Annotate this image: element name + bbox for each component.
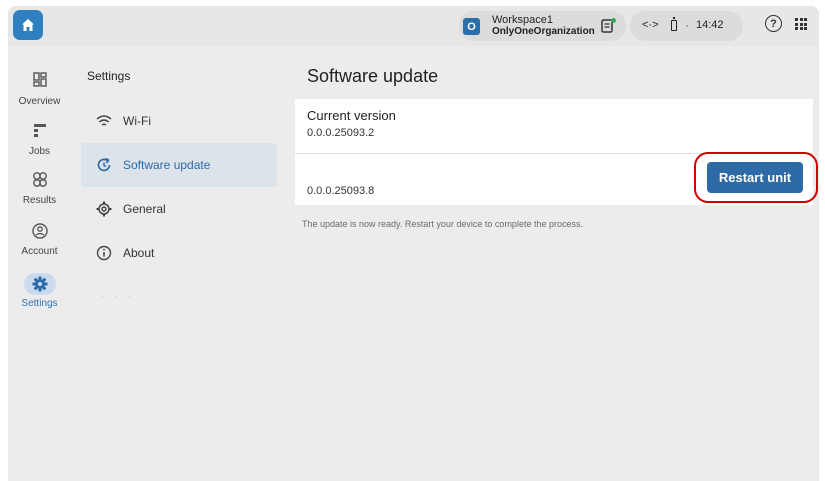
current-version-card: Current version 0.0.0.25093.2 bbox=[295, 99, 813, 154]
rail-label-results: Results bbox=[22, 195, 57, 206]
settings-item-general[interactable]: General bbox=[81, 187, 277, 231]
rail-label-settings: Settings bbox=[21, 298, 58, 309]
battery-icon bbox=[671, 17, 677, 31]
rail-label-overview: Overview bbox=[18, 96, 61, 107]
home-button[interactable] bbox=[13, 10, 43, 40]
status-separator bbox=[686, 25, 688, 27]
top-bar: O Workspace1 OnlyOneOrganization <·> 14:… bbox=[8, 6, 819, 46]
status-indicator[interactable]: <·> 14:42 bbox=[630, 11, 743, 41]
app-window: O Workspace1 OnlyOneOrganization <·> 14:… bbox=[8, 6, 819, 481]
workspace-name: Workspace1 bbox=[492, 14, 553, 26]
info-icon bbox=[96, 245, 112, 261]
settings-item-software-update[interactable]: Software update bbox=[81, 143, 277, 187]
page-title: Software update bbox=[307, 66, 439, 86]
restart-unit-button[interactable]: Restart unit bbox=[707, 162, 803, 193]
dashboard-icon bbox=[32, 72, 47, 87]
wifi-icon bbox=[96, 115, 112, 126]
settings-item-label: General bbox=[123, 202, 166, 216]
settings-nav-title: Settings bbox=[87, 69, 131, 83]
settings-item-about[interactable]: About bbox=[81, 231, 277, 275]
apps-grid-icon[interactable] bbox=[795, 18, 807, 30]
account-icon bbox=[31, 223, 48, 239]
settings-item-label: About bbox=[123, 246, 155, 260]
organization-name: OnlyOneOrganization bbox=[492, 26, 595, 37]
clock-time: 14:42 bbox=[696, 19, 724, 31]
update-icon bbox=[97, 157, 111, 172]
rail-item-results[interactable]: Results bbox=[8, 170, 71, 206]
gear-icon bbox=[23, 273, 56, 295]
workspace-selector[interactable]: O Workspace1 OnlyOneOrganization bbox=[459, 11, 626, 41]
faded-nav-item: · · · bbox=[101, 291, 135, 301]
help-circle-icon[interactable]: ? bbox=[765, 15, 782, 32]
new-version-card: 0.0.0.25093.8 Restart unit bbox=[295, 152, 818, 205]
settings-item-label: Wi-Fi bbox=[123, 114, 151, 128]
jobs-list-icon bbox=[33, 124, 46, 137]
main-navigation-rail: Overview Jobs Results Account Settings bbox=[8, 46, 71, 481]
settings-cog-icon bbox=[96, 201, 112, 217]
rail-item-jobs[interactable]: Jobs bbox=[8, 121, 71, 157]
current-version-label: Current version bbox=[307, 108, 396, 123]
rail-label-jobs: Jobs bbox=[28, 146, 51, 157]
rail-item-overview[interactable]: Overview bbox=[8, 71, 71, 107]
software-update-panel: Software update Current version 0.0.0.25… bbox=[286, 46, 819, 481]
clipboard-status-icon[interactable] bbox=[599, 17, 617, 35]
update-ready-note: The update is now ready. Restart your de… bbox=[302, 219, 583, 229]
rail-label-account: Account bbox=[21, 246, 58, 257]
network-arrows-icon: <·> bbox=[642, 19, 659, 31]
settings-navigation: Settings Wi-Fi Software update General A… bbox=[71, 46, 285, 481]
results-icon bbox=[32, 172, 47, 187]
home-icon bbox=[22, 19, 34, 31]
settings-item-label: Software update bbox=[123, 158, 211, 172]
workspace-badge: O bbox=[463, 18, 480, 35]
new-version-value: 0.0.0.25093.8 bbox=[307, 185, 375, 197]
current-version-value: 0.0.0.25093.2 bbox=[307, 127, 375, 139]
rail-item-settings[interactable]: Settings bbox=[8, 273, 71, 309]
rail-item-account[interactable]: Account bbox=[8, 221, 71, 257]
settings-item-wifi[interactable]: Wi-Fi bbox=[81, 99, 277, 143]
